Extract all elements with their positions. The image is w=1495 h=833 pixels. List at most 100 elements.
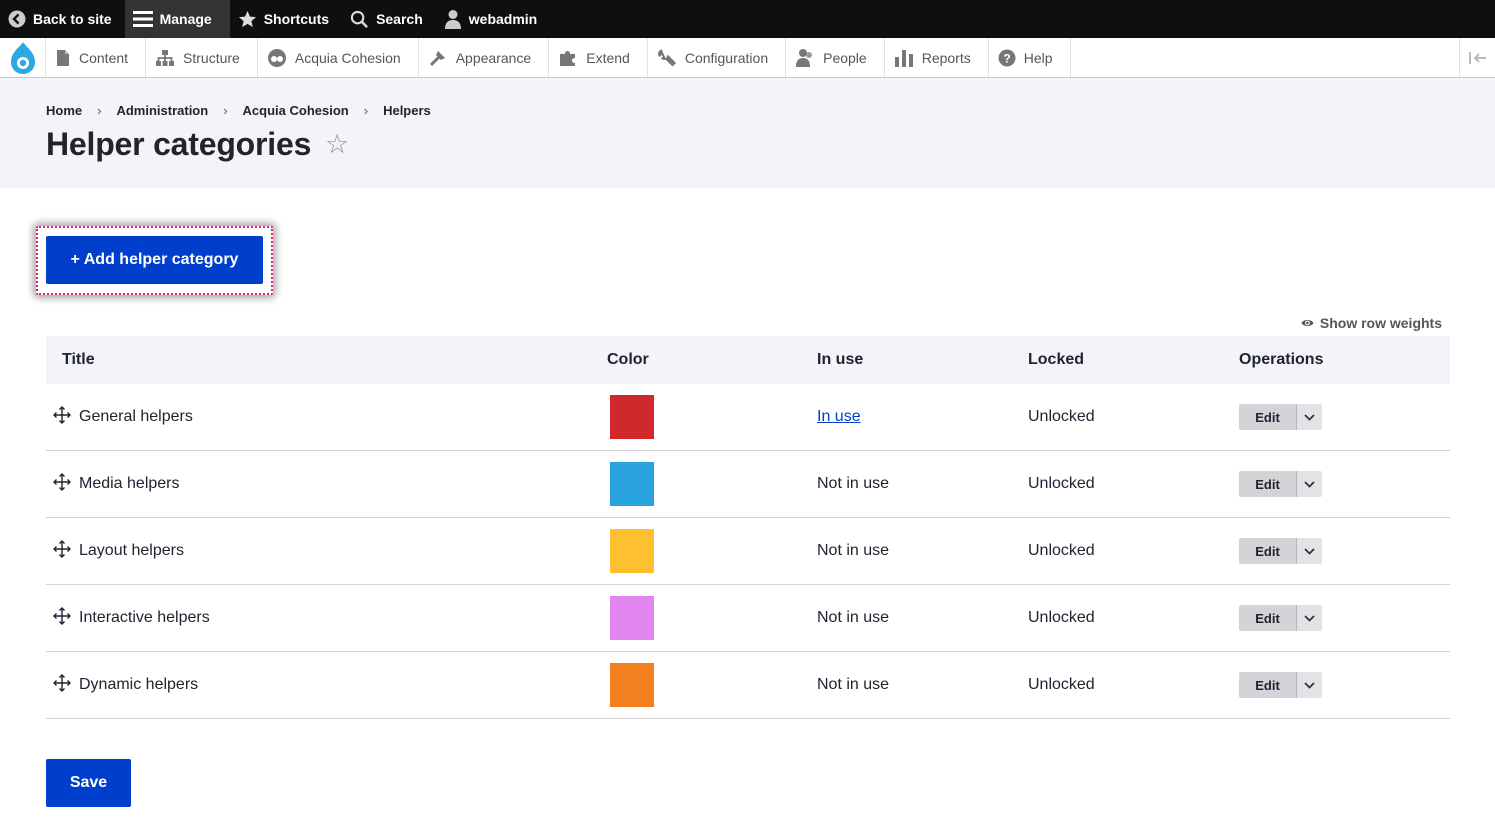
tray-orientation-toggle[interactable] [1459,38,1495,77]
row-in-use-cell: Not in use [817,475,1028,493]
manage-tab[interactable]: Manage [124,0,230,38]
page-title: Helper categories [46,126,312,162]
tray-item-label: Content [79,49,129,66]
row-in-use-cell: Not in use [817,609,1028,627]
in-use-status: Not in use [817,475,890,492]
svg-text:?: ? [1003,51,1010,65]
table-body: General helpers In use Unlocked Edit Media h… [46,384,1450,719]
row-locked-cell: Unlocked [1028,542,1239,560]
in-use-status: Not in use [817,609,890,626]
drag-handle-icon[interactable] [53,472,71,496]
tray-item-label: Configuration [684,49,769,66]
table-row: Media helpers Not in use Unlocked Edit [46,451,1450,518]
color-swatch [610,596,654,640]
back-to-site-link[interactable]: Back to site [0,0,125,38]
admin-toolbar: Back to site Manage Shortcuts Search web… [0,0,1495,38]
shortcuts-label: Shortcuts [263,11,330,27]
content-icon [57,49,69,66]
table-header: Title Color In use Locked Operations [46,336,1450,384]
locked-status: Unlocked [1028,542,1095,559]
drag-handle-icon[interactable] [53,673,71,697]
shortcut-star-icon[interactable]: ☆ [325,129,349,160]
save-button[interactable]: Save [46,759,131,807]
column-header-operations: Operations [1239,351,1324,368]
tray-item-extend[interactable]: Extend [549,38,648,77]
row-operations-cell: Edit [1239,538,1450,564]
tray-item-label: Appearance [455,49,532,66]
chevron-down-icon [1304,542,1315,560]
drupal-logo-icon [10,41,35,74]
reports-icon [894,49,913,67]
breadcrumb-home[interactable]: Home [46,103,82,118]
tray-item-help[interactable]: ? Help [989,38,1071,77]
breadcrumb-administration[interactable]: Administration [116,103,208,118]
dropbutton-toggle[interactable] [1296,538,1322,564]
tray-item-label: People [823,49,867,66]
breadcrumb-helpers[interactable]: Helpers [383,103,431,118]
row-in-use-cell: In use [817,408,1028,426]
dropbutton-toggle[interactable] [1296,404,1322,430]
column-header-in-use: In use [817,351,864,368]
dropbutton-toggle[interactable] [1296,672,1322,698]
breadcrumb-acquia-cohesion[interactable]: Acquia Cohesion [243,103,349,118]
chevron-down-icon [1304,408,1315,426]
operations-dropbutton: Edit [1239,672,1322,698]
show-row-weights-button[interactable]: Show row weights [1301,315,1442,331]
row-color-cell [607,462,817,506]
row-operations-cell: Edit [1239,605,1450,631]
row-title: General helpers [79,408,193,425]
drag-handle-icon[interactable] [53,539,71,563]
row-title-cell: Media helpers [46,472,607,496]
show-row-weights-label: Show row weights [1319,315,1442,331]
edit-button[interactable]: Edit [1239,404,1296,430]
in-use-status: Not in use [817,542,890,559]
locked-status: Unlocked [1028,676,1095,693]
tray-item-people[interactable]: People [786,38,885,77]
structure-icon [156,49,175,66]
tray-item-configuration[interactable]: Configuration [648,38,787,77]
chevron-down-icon [1304,475,1315,493]
user-label: webadmin [468,11,538,27]
edit-button[interactable]: Edit [1239,672,1296,698]
in-use-status[interactable]: In use [817,408,861,425]
column-header-title: Title [62,351,95,368]
helper-categories-table: Title Color In use Locked Operations Gen… [46,336,1450,719]
menu-icon [132,11,153,27]
operations-dropbutton: Edit [1239,605,1322,631]
search-tab[interactable]: Search [342,0,436,38]
tray-item-acquia-cohesion[interactable]: Acquia Cohesion [258,38,419,77]
row-locked-cell: Unlocked [1028,609,1239,627]
table-row: Interactive helpers Not in use Unlocked Edi… [46,585,1450,652]
drupal-logo-link[interactable] [0,38,46,77]
drag-handle-icon[interactable] [53,405,71,429]
tray-item-label: Structure [183,49,240,66]
add-helper-category-button[interactable]: + Add helper category [46,236,263,284]
row-title: Interactive helpers [79,609,210,626]
edit-button[interactable]: Edit [1239,471,1296,497]
tray-item-content[interactable]: Content [46,38,147,77]
chevron-down-icon [1304,609,1315,627]
tray-item-reports[interactable]: Reports [885,38,989,77]
dropbutton-toggle[interactable] [1296,471,1322,497]
edit-button[interactable]: Edit [1239,538,1296,564]
table-row: Dynamic helpers Not in use Unlocked Edit [46,652,1450,719]
row-title: Layout helpers [79,542,184,559]
row-locked-cell: Unlocked [1028,408,1239,426]
row-title-cell: Layout helpers [46,539,607,563]
color-swatch [610,395,654,439]
row-operations-cell: Edit [1239,471,1450,497]
column-header-color: Color [607,351,649,368]
edit-button[interactable]: Edit [1239,605,1296,631]
column-header-locked: Locked [1028,351,1085,368]
color-swatch [610,663,654,707]
tray-item-structure[interactable]: Structure [146,38,258,77]
user-tab[interactable]: webadmin [436,0,550,38]
back-arrow-icon [8,10,26,28]
eye-icon [1301,320,1314,326]
tray-item-appearance[interactable]: Appearance [419,38,550,77]
drag-handle-icon[interactable] [53,606,71,630]
dropbutton-toggle[interactable] [1296,605,1322,631]
breadcrumb-separator-icon: › [363,103,369,118]
shortcuts-tab[interactable]: Shortcuts [230,0,342,38]
locked-status: Unlocked [1028,609,1095,626]
